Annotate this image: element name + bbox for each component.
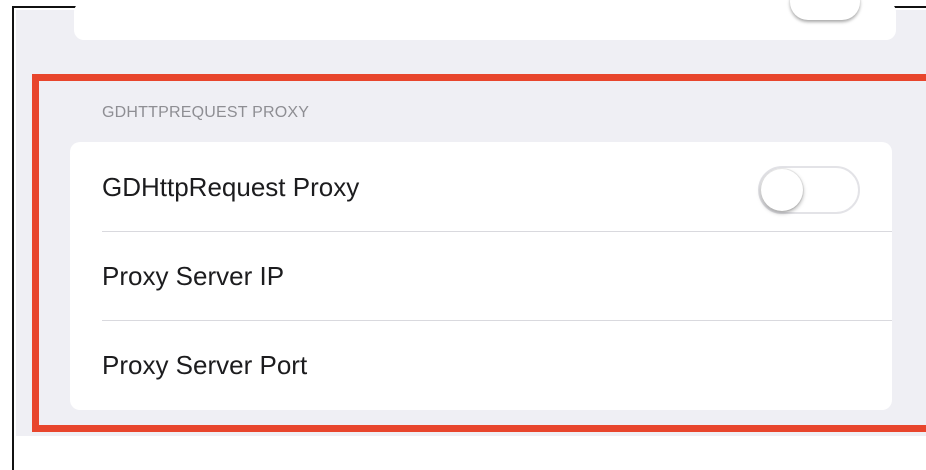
section-header: GDHTTPREQUEST PROXY <box>102 104 310 121</box>
proxy-server-ip-row[interactable]: Proxy Server IP <box>70 231 892 320</box>
toggle-knob <box>761 169 803 211</box>
proxy-toggle-switch[interactable] <box>758 166 860 214</box>
previous-toggle-knob[interactable] <box>790 0 860 20</box>
previous-settings-card <box>74 0 896 40</box>
screenshot-frame: GDHTTPREQUEST PROXY GDHttpRequest Proxy … <box>0 0 926 470</box>
proxy-settings-group: GDHttpRequest Proxy Proxy Server IP Prox… <box>70 142 892 410</box>
proxy-server-port-row[interactable]: Proxy Server Port <box>70 320 892 409</box>
proxy-toggle-row[interactable]: GDHttpRequest Proxy <box>70 142 892 231</box>
proxy-toggle-label: GDHttpRequest Proxy <box>102 172 360 202</box>
proxy-server-ip-label: Proxy Server IP <box>102 261 285 291</box>
proxy-server-port-label: Proxy Server Port <box>102 350 308 380</box>
